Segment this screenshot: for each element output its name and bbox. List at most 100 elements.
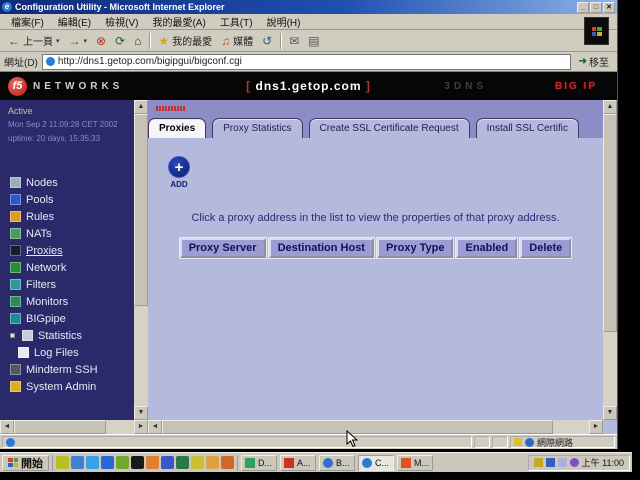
tray-icon[interactable]	[558, 458, 567, 467]
print-button[interactable]: ▤	[304, 34, 323, 48]
back-dropdown-icon[interactable]: ▾	[56, 37, 60, 45]
quicklaunch-icon[interactable]	[176, 456, 189, 469]
menu-tools[interactable]: 工具(T)	[213, 14, 260, 29]
quicklaunch-icon[interactable]	[71, 456, 84, 469]
url-input[interactable]	[58, 56, 567, 67]
scroll-right-icon[interactable]: ►	[589, 420, 603, 434]
tab-install-ssl-certificate[interactable]: Install SSL Certific	[476, 118, 579, 138]
sidebar-item-mindterm-ssh[interactable]: Mindterm SSH	[10, 361, 130, 378]
close-button[interactable]: ✕	[603, 2, 615, 13]
page-icon	[6, 438, 15, 447]
quicklaunch-icon[interactable]	[86, 456, 99, 469]
sidebar-item-statistics[interactable]: Statistics	[10, 327, 130, 344]
back-icon: ←	[8, 35, 20, 47]
stop-button[interactable]: ⊗	[92, 34, 110, 48]
quicklaunch-icon[interactable]	[101, 456, 114, 469]
sidebar-item-nodes[interactable]: Nodes	[10, 174, 130, 191]
network-icon	[10, 262, 21, 273]
3dns-watermark: 3DNS	[444, 81, 487, 92]
refresh-icon: ⟳	[115, 35, 125, 47]
statistics-icon	[22, 330, 33, 341]
quicklaunch-icon[interactable]	[131, 456, 144, 469]
page-icon	[46, 57, 55, 66]
scroll-up-icon[interactable]: ▲	[603, 100, 617, 114]
quicklaunch-icon[interactable]	[56, 456, 69, 469]
address-bar: 網址(D) ➜ 移至	[0, 52, 617, 72]
quicklaunch-icon[interactable]	[146, 456, 159, 469]
taskbar-button[interactable]: B...	[319, 455, 355, 471]
menu-help[interactable]: 說明(H)	[260, 14, 308, 29]
add-button[interactable]: +	[168, 156, 190, 178]
favorites-button[interactable]: ★ 我的最愛	[154, 32, 216, 49]
quicklaunch-icon[interactable]	[116, 456, 129, 469]
menu-file[interactable]: 檔案(F)	[4, 14, 51, 29]
column-enabled[interactable]: Enabled	[456, 238, 517, 258]
scroll-up-icon[interactable]: ▲	[134, 100, 148, 114]
scroll-right-icon[interactable]: ►	[134, 420, 148, 434]
taskbar-button[interactable]: D...	[241, 455, 277, 471]
sidebar-horizontal-scrollbar[interactable]: ◄ ►	[0, 420, 148, 434]
main-frame: Proxies Proxy Statistics Create SSL Cert…	[148, 100, 617, 434]
main-vertical-scrollbar[interactable]: ▲ ▼	[603, 100, 617, 420]
minimize-button[interactable]: _	[577, 2, 589, 13]
sidebar-item-log-files[interactable]: Log Files	[10, 344, 130, 361]
menu-favorites[interactable]: 我的最愛(A)	[145, 14, 212, 29]
sidebar-item-proxies[interactable]: Proxies	[10, 242, 130, 259]
sidebar-item-filters[interactable]: Filters	[10, 276, 130, 293]
sidebar: Active Mon Sep 2 11:09:28 CET 2002 uptim…	[0, 100, 148, 434]
go-icon: ➜	[579, 56, 587, 67]
column-proxy-type[interactable]: Proxy Type	[377, 238, 454, 258]
ie-throbber	[584, 17, 609, 45]
column-destination-host[interactable]: Destination Host	[269, 238, 374, 258]
home-button[interactable]: ⌂	[130, 34, 145, 48]
go-button[interactable]: ➜ 移至	[575, 54, 613, 69]
status-message-pane	[2, 436, 472, 448]
taskbar-button[interactable]: A...	[280, 455, 316, 471]
sidebar-item-monitors[interactable]: Monitors	[10, 293, 130, 310]
sidebar-item-bigpipe[interactable]: BIGpipe	[10, 310, 130, 327]
forward-dropdown-icon[interactable]: ▾	[84, 37, 88, 45]
main-horizontal-scrollbar[interactable]: ◄ ►	[148, 420, 603, 434]
scroll-left-icon[interactable]: ◄	[148, 420, 162, 434]
add-proxy: + ADD	[168, 156, 190, 189]
sidebar-item-nats[interactable]: NATs	[10, 225, 130, 242]
quicklaunch-icon[interactable]	[221, 456, 234, 469]
scroll-left-icon[interactable]: ◄	[0, 420, 14, 434]
tab-create-ssl-certificate-request[interactable]: Create SSL Certificate Request	[309, 118, 470, 138]
history-button[interactable]: ↺	[258, 34, 276, 48]
column-delete[interactable]: Delete	[520, 238, 571, 258]
sidebar-vertical-scrollbar[interactable]: ▲ ▼	[134, 100, 148, 420]
quicklaunch-icon[interactable]	[161, 456, 174, 469]
mail-button[interactable]: ✉	[285, 34, 303, 48]
scroll-down-icon[interactable]: ▼	[603, 406, 617, 420]
back-button[interactable]: ← 上一頁▾	[4, 32, 64, 49]
menu-view[interactable]: 檢視(V)	[98, 14, 145, 29]
instruction-text: Click a proxy address in the list to vie…	[148, 212, 603, 224]
taskbar-button-active[interactable]: C...	[358, 455, 394, 471]
scroll-down-icon[interactable]: ▼	[134, 406, 148, 420]
refresh-button[interactable]: ⟳	[111, 34, 129, 48]
media-button[interactable]: ♫ 媒體	[217, 32, 257, 49]
sidebar-item-pools[interactable]: Pools	[10, 191, 130, 208]
tray-icon[interactable]	[546, 458, 555, 467]
quicklaunch-icon[interactable]	[206, 456, 219, 469]
tab-proxy-statistics[interactable]: Proxy Statistics	[212, 118, 302, 138]
taskbar-button[interactable]: M...	[397, 455, 433, 471]
restore-button[interactable]: □	[590, 2, 602, 13]
quicklaunch-icon[interactable]	[191, 456, 204, 469]
ie-app-icon	[362, 458, 372, 468]
forward-button[interactable]: → ▾	[65, 34, 92, 48]
tab-proxies[interactable]: Proxies	[148, 118, 206, 138]
start-button[interactable]: 開始	[2, 455, 49, 471]
column-proxy-server[interactable]: Proxy Server	[180, 238, 266, 258]
sidebar-item-rules[interactable]: Rules	[10, 208, 130, 225]
sidebar-item-network[interactable]: Network	[10, 259, 130, 276]
tray-icon[interactable]	[534, 458, 543, 467]
zone-icon	[514, 438, 522, 446]
expander-icon[interactable]	[10, 333, 15, 338]
tray-icon[interactable]	[570, 458, 579, 467]
sidebar-item-system-admin[interactable]: System Admin	[10, 378, 130, 395]
url-box	[42, 54, 571, 70]
menu-edit[interactable]: 編輯(E)	[51, 14, 98, 29]
network-map-icon[interactable]	[156, 104, 186, 111]
